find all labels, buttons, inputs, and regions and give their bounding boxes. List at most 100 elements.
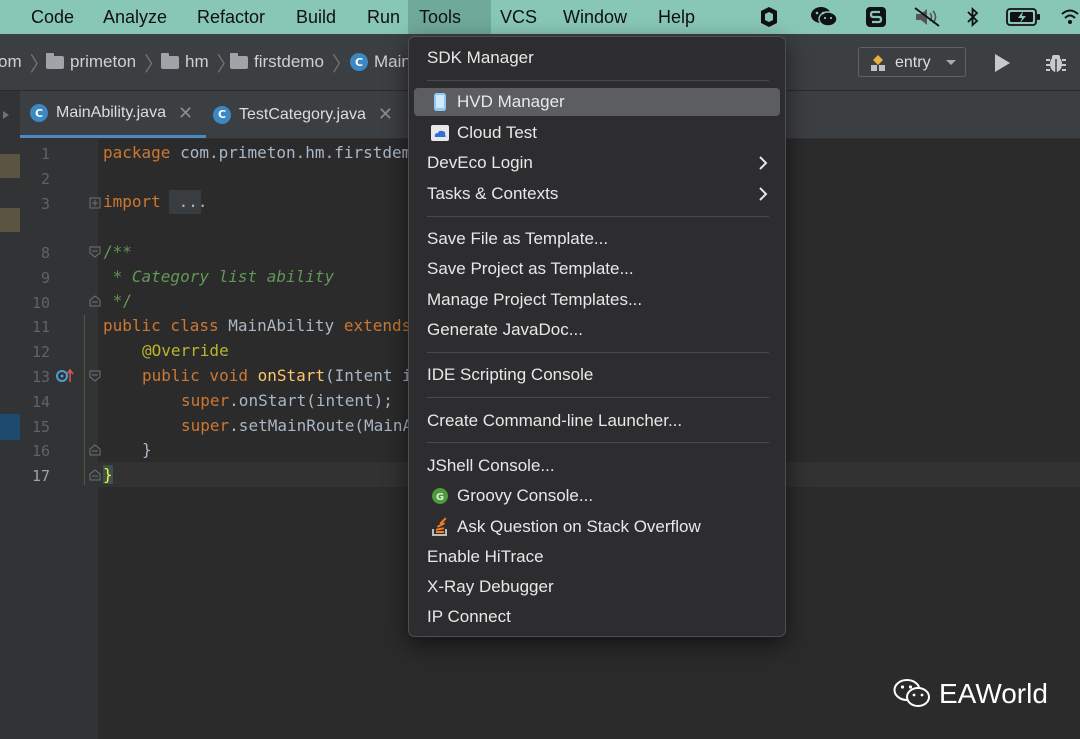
line-number: 3 (40, 195, 50, 213)
menu-refactor[interactable]: Refactor (186, 0, 276, 34)
menu-item-label: SDK Manager (427, 48, 534, 67)
menu-item-label: IDE Scripting Console (427, 365, 594, 384)
menu-item-label: Ask Question on Stack Overflow (457, 517, 701, 536)
code-line[interactable]: } (142, 440, 152, 459)
menu-item-label: Generate JavaDoc... (427, 320, 583, 339)
menu-item-label: Manage Project Templates... (427, 290, 643, 309)
fold-icon[interactable] (89, 370, 101, 382)
wifi-icon[interactable] (1060, 5, 1080, 29)
tab-strip-edge (0, 91, 20, 138)
phone-icon (430, 92, 450, 112)
tools-menu: SDK Manager HVD Manager Cloud Test DevEc… (408, 36, 786, 637)
fold-icon[interactable] (89, 295, 101, 307)
menu-item-ip-connect[interactable]: IP Connect (414, 603, 780, 631)
left-toolstrip (0, 138, 21, 739)
menu-item-save-project-template[interactable]: Save Project as Template... (414, 255, 780, 283)
close-icon[interactable]: ✕ (378, 104, 393, 125)
code-token: onStart (247, 366, 326, 385)
menu-item-save-file-template[interactable]: Save File as Template... (414, 225, 780, 253)
menu-item-enable-hitrace[interactable]: Enable HiTrace (414, 543, 780, 571)
menu-item-deveco-login[interactable]: DevEco Login (414, 149, 780, 177)
menu-item-label: Tasks & Contexts (427, 184, 559, 203)
code-token: public class (103, 316, 219, 335)
menu-item-sdk-manager[interactable]: SDK Manager (414, 44, 780, 72)
menu-item-label: Save Project as Template... (427, 259, 634, 278)
code-line[interactable]: super.onStart(intent); (181, 391, 393, 410)
indent-guide (84, 315, 85, 485)
shield-icon[interactable] (757, 5, 781, 29)
run-config-selector[interactable]: entry (858, 47, 966, 77)
breadcrumb-item[interactable]: C Main (350, 34, 411, 90)
breadcrumb-item[interactable]: hm 〉 (161, 34, 239, 90)
code-token: public void (142, 366, 248, 385)
cloud-icon (430, 123, 450, 143)
code-line[interactable]: } (103, 465, 113, 484)
breadcrumb-item[interactable]: firstdemo 〉 (230, 34, 354, 90)
menu-item-label: X-Ray Debugger (427, 577, 554, 596)
debug-icon[interactable] (1044, 51, 1068, 75)
tab-mainability[interactable]: C MainAbility.java ✕ (20, 91, 206, 138)
menu-analyze[interactable]: Analyze (92, 0, 178, 34)
menu-item-tasks-contexts[interactable]: Tasks & Contexts (414, 180, 780, 208)
close-icon[interactable]: ✕ (178, 103, 193, 124)
fold-icon[interactable] (89, 444, 101, 456)
menu-build[interactable]: Build (285, 0, 347, 34)
breadcrumb-item[interactable]: om 〉 (0, 34, 52, 90)
chevron-right-icon: 〉 (331, 53, 352, 76)
menu-item-stack-overflow[interactable]: Ask Question on Stack Overflow (414, 513, 780, 541)
breadcrumb-label: primeton (70, 52, 137, 71)
menu-vcs[interactable]: VCS (489, 0, 548, 34)
volume-muted-icon[interactable] (912, 5, 942, 29)
run-config-label: entry (895, 54, 931, 71)
code-line[interactable]: * Category list ability (103, 267, 335, 286)
code-token: ... (169, 192, 208, 211)
code-token: (Intent i (325, 366, 412, 385)
chevron-down-icon (946, 60, 956, 65)
override-icon[interactable] (55, 368, 75, 384)
menu-code[interactable]: Code (20, 0, 85, 34)
menu-item-xray-debugger[interactable]: X-Ray Debugger (414, 573, 780, 601)
menu-run[interactable]: Run (356, 0, 411, 34)
menu-item-hvd-manager[interactable]: HVD Manager (414, 88, 780, 116)
line-number: 1 (40, 145, 50, 163)
menu-divider (427, 80, 769, 81)
fold-icon[interactable] (89, 246, 101, 258)
menu-item-ide-scripting-console[interactable]: IDE Scripting Console (414, 361, 780, 389)
watermark-text: EAWorld (939, 678, 1048, 709)
line-number: 15 (31, 418, 50, 436)
menu-item-manage-project-templates[interactable]: Manage Project Templates... (414, 286, 780, 314)
line-number: 8 (40, 244, 50, 262)
fold-icon[interactable] (89, 197, 101, 209)
bluetooth-icon[interactable] (963, 5, 983, 29)
menu-item-groovy-console[interactable]: G Groovy Console... (414, 482, 780, 510)
menu-tools[interactable]: Tools (408, 0, 491, 34)
menu-help[interactable]: Help (647, 0, 706, 34)
code-line[interactable]: */ (103, 291, 132, 310)
menu-item-command-line-launcher[interactable]: Create Command-line Launcher... (414, 407, 780, 435)
menu-item-jshell-console[interactable]: JShell Console... (414, 452, 780, 480)
menu-item-generate-javadoc[interactable]: Generate JavaDoc... (414, 316, 780, 344)
code-line[interactable]: /** (103, 242, 132, 261)
battery-icon[interactable] (1005, 5, 1043, 29)
run-icon[interactable] (992, 53, 1012, 73)
menu-window[interactable]: Window (552, 0, 638, 34)
code-token: .setMainRoute(MainA (229, 416, 413, 435)
code-line[interactable]: public void onStart(Intent i (142, 366, 412, 385)
change-marker (0, 154, 20, 178)
fold-icon[interactable] (89, 469, 101, 481)
breadcrumb-item[interactable]: primeton 〉 (46, 34, 166, 90)
module-icon (871, 55, 885, 71)
code-line[interactable]: @Override (142, 341, 229, 360)
code-line[interactable]: package com.primeton.hm.firstdem (103, 143, 411, 162)
code-token: } (103, 465, 113, 484)
line-number: 2 (40, 170, 50, 188)
wechat-icon[interactable] (809, 5, 839, 29)
tab-testcategory[interactable]: C TestCategory.java ✕ (213, 91, 403, 138)
sogou-icon[interactable] (864, 5, 888, 29)
menu-item-cloud-test[interactable]: Cloud Test (414, 119, 780, 147)
line-number: 11 (31, 318, 50, 336)
code-line[interactable]: public class MainAbility extends (103, 316, 411, 335)
code-line[interactable]: super.setMainRoute(MainA (181, 416, 412, 435)
watermark: EAWorld (893, 676, 1048, 712)
menu-item-label: IP Connect (427, 607, 511, 626)
